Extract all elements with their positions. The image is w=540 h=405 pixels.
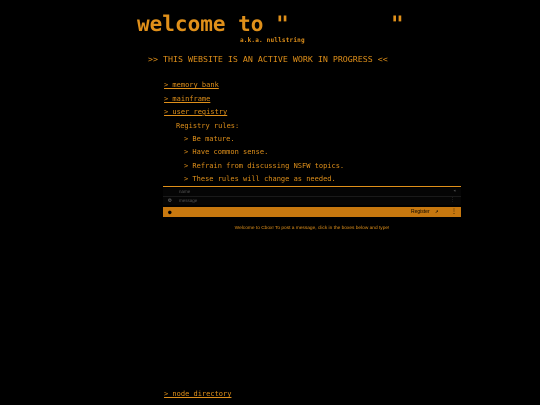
cbox-message-field[interactable]: ⚙ message ⋮: [163, 197, 461, 205]
page-title-close-quote: ": [391, 12, 404, 36]
cbox-name-field[interactable]: name ◂: [163, 188, 461, 197]
cbox-chat-widget: name ◂ ⚙ message ⋮ ● Register ↗ ⋮: [163, 186, 461, 217]
cbox-toolbar: ● Register ↗ ⋮: [163, 207, 461, 217]
cbox-welcome-message: Welcome to Cbox! To post a message, clic…: [234, 226, 390, 231]
registry-rule: > These rules will change as needed.: [184, 175, 336, 183]
cbox-resize-icon: ⋮: [450, 197, 455, 203]
cbox-divider: [163, 186, 461, 187]
register-button[interactable]: Register: [411, 209, 430, 215]
user-icon[interactable]: ●: [168, 209, 172, 216]
cbox-menu-icon[interactable]: ⋮: [451, 208, 457, 215]
external-link-icon[interactable]: ↗: [435, 208, 439, 215]
registry-rule: > Refrain from discussing NSFW topics.: [184, 162, 345, 170]
page-subtitle: a.k.a. nullstring: [240, 37, 305, 44]
registry-rules-title: Registry rules:: [176, 122, 240, 130]
cbox-message-placeholder: message: [179, 198, 198, 203]
nav-link-user-registry[interactable]: > user registry: [164, 108, 227, 116]
nav-link-node-directory[interactable]: > node directory: [164, 390, 231, 398]
nav-link-mainframe[interactable]: > mainframe: [164, 95, 210, 103]
wip-banner: >> THIS WEBSITE IS AN ACTIVE WORK IN PRO…: [148, 54, 388, 64]
cbox-scroll-icon: ◂: [452, 188, 456, 194]
registry-rule: > Have common sense.: [184, 148, 269, 156]
page-title: welcome to ": [137, 12, 289, 36]
gear-icon[interactable]: ⚙: [168, 197, 172, 204]
nav-link-memory-bank[interactable]: > memory bank: [164, 81, 219, 89]
cbox-name-placeholder: name: [179, 189, 191, 194]
registry-rule: > Be mature.: [184, 135, 235, 143]
